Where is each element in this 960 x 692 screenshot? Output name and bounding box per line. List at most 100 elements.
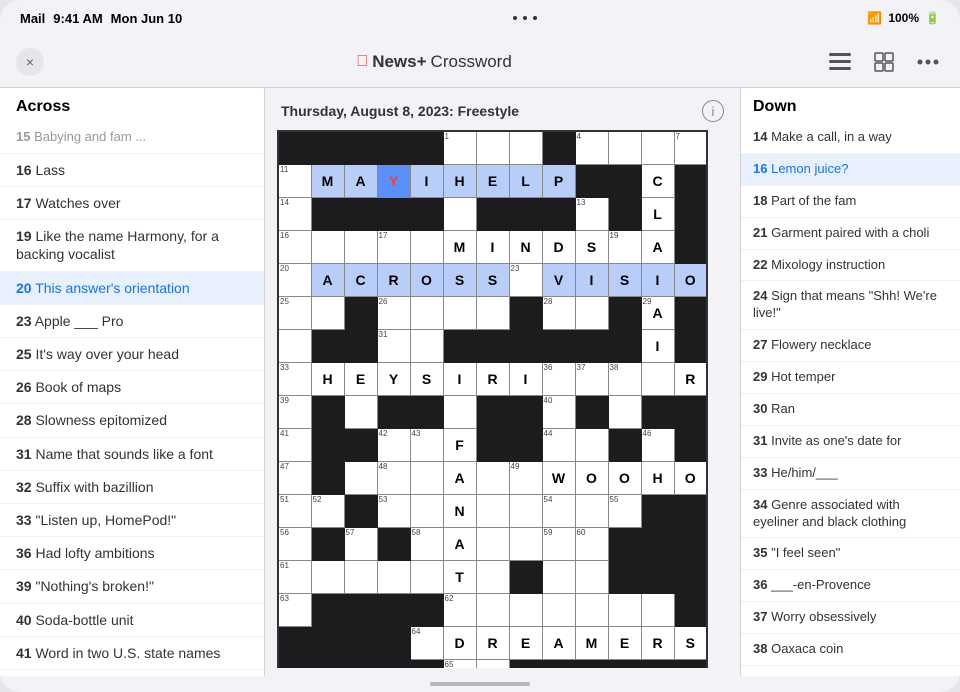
grid-cell[interactable]: 1 [443, 131, 476, 164]
grid-cell[interactable]: 44 [542, 428, 575, 461]
grid-cell[interactable] [443, 329, 476, 362]
grid-cell[interactable] [674, 230, 707, 263]
grid-cell[interactable]: 29A [641, 296, 674, 329]
clue-across-39[interactable]: 39 "Nothing's broken!" [0, 570, 264, 603]
grid-cell[interactable]: 16 [278, 230, 311, 263]
grid-cell[interactable] [641, 527, 674, 560]
grid-cell[interactable] [410, 593, 443, 626]
grid-cell[interactable] [674, 197, 707, 230]
clue-across-25[interactable]: 25 It's way over your head [0, 338, 264, 371]
clue-across-41[interactable]: 41 Word in two U.S. state names [0, 637, 264, 670]
grid-cell[interactable]: R [476, 362, 509, 395]
grid-cell[interactable]: A [641, 230, 674, 263]
grid-cell[interactable]: A [344, 164, 377, 197]
grid-cell[interactable]: Y [377, 164, 410, 197]
grid-cell[interactable] [476, 395, 509, 428]
grid-cell[interactable] [278, 626, 311, 659]
grid-cell[interactable] [410, 461, 443, 494]
grid-cell[interactable]: T [476, 659, 509, 668]
grid-cell[interactable] [509, 131, 542, 164]
grid-cell[interactable] [674, 593, 707, 626]
grid-cell[interactable] [542, 659, 575, 668]
grid-cell[interactable]: 46 [641, 428, 674, 461]
grid-cell[interactable] [674, 296, 707, 329]
grid-cell[interactable] [410, 659, 443, 668]
grid-cell[interactable] [608, 560, 641, 593]
grid-cell[interactable] [575, 428, 608, 461]
clue-across-40[interactable]: 40 Soda-bottle unit [0, 604, 264, 637]
grid-cell[interactable]: I [443, 362, 476, 395]
grid-cell[interactable] [476, 131, 509, 164]
grid-cell[interactable]: 61 [278, 560, 311, 593]
grid-cell[interactable]: 63 [278, 593, 311, 626]
grid-cell[interactable]: 39 [278, 395, 311, 428]
grid-cell[interactable]: 47 [278, 461, 311, 494]
grid-cell[interactable]: 14 [278, 197, 311, 230]
grid-cell[interactable] [344, 131, 377, 164]
grid-cell[interactable] [575, 494, 608, 527]
grid-cell[interactable] [674, 164, 707, 197]
grid-cell[interactable] [608, 659, 641, 668]
grid-cell[interactable]: L [509, 164, 542, 197]
grid-cell[interactable] [575, 593, 608, 626]
grid-cell[interactable] [278, 659, 311, 668]
grid-cell[interactable]: 23 [509, 263, 542, 296]
grid-cell[interactable]: 54 [542, 494, 575, 527]
grid-cell[interactable]: O [410, 263, 443, 296]
grid-cell[interactable]: I [641, 263, 674, 296]
grid-cell[interactable] [278, 131, 311, 164]
grid-cell[interactable] [608, 329, 641, 362]
grid-cell[interactable] [476, 197, 509, 230]
grid-cell[interactable] [311, 527, 344, 560]
grid-cell[interactable]: S [410, 362, 443, 395]
clue-down-34[interactable]: 34 Genre associated with eyeliner and bl… [741, 490, 960, 539]
grid-cell[interactable] [344, 296, 377, 329]
info-button[interactable]: i [702, 100, 724, 122]
grid-cell[interactable]: F [443, 428, 476, 461]
grid-cell[interactable] [608, 527, 641, 560]
grid-cell[interactable]: S [443, 263, 476, 296]
grid-cell[interactable]: 31 [377, 329, 410, 362]
clue-down-36[interactable]: 36 ___-en-Provence [741, 570, 960, 602]
grid-cell[interactable]: 53 [377, 494, 410, 527]
grid-cell[interactable] [311, 626, 344, 659]
grid-cell[interactable] [641, 659, 674, 668]
grid-cell[interactable] [311, 461, 344, 494]
grid-cell[interactable] [641, 362, 674, 395]
grid-cell[interactable]: 38 [608, 362, 641, 395]
clue-across-33[interactable]: 33 "Listen up, HomePod!" [0, 504, 264, 537]
grid-cell[interactable]: 65 [443, 659, 476, 668]
grid-cell[interactable]: 59 [542, 527, 575, 560]
clue-down-29[interactable]: 29 Hot temper [741, 362, 960, 394]
grid-cell[interactable]: I [476, 230, 509, 263]
grid-cell[interactable]: I [575, 263, 608, 296]
clue-down-27[interactable]: 27 Flowery necklace [741, 330, 960, 362]
grid-cell[interactable] [476, 296, 509, 329]
grid-cell[interactable]: 64 [410, 626, 443, 659]
clue-down-21[interactable]: 21 Garment paired with a choli [741, 218, 960, 250]
grid-cell[interactable] [608, 593, 641, 626]
clue-down-14[interactable]: 14 Make a call, in a way [741, 122, 960, 154]
grid-cell[interactable] [509, 428, 542, 461]
clue-down-35[interactable]: 35 "I feel seen" [741, 538, 960, 570]
grid-cell[interactable] [575, 164, 608, 197]
grid-cell[interactable] [311, 131, 344, 164]
grid-cell[interactable] [575, 659, 608, 668]
grid-cell[interactable]: 57 [344, 527, 377, 560]
grid-cell[interactable] [542, 131, 575, 164]
grid-cell[interactable] [311, 560, 344, 593]
grid-cell[interactable] [344, 626, 377, 659]
grid-cell[interactable]: A [443, 461, 476, 494]
grid-cell[interactable] [344, 395, 377, 428]
grid-cell[interactable] [476, 329, 509, 362]
grid-cell[interactable] [575, 395, 608, 428]
grid-cell[interactable] [278, 329, 311, 362]
grid-cell[interactable]: O [575, 461, 608, 494]
grid-cell[interactable]: R [377, 263, 410, 296]
grid-cell[interactable]: C [344, 263, 377, 296]
list-view-button[interactable] [824, 46, 856, 78]
grid-cell[interactable] [608, 428, 641, 461]
grid-cell[interactable] [410, 560, 443, 593]
grid-cell[interactable]: 19 [608, 230, 641, 263]
grid-cell[interactable]: 42 [377, 428, 410, 461]
